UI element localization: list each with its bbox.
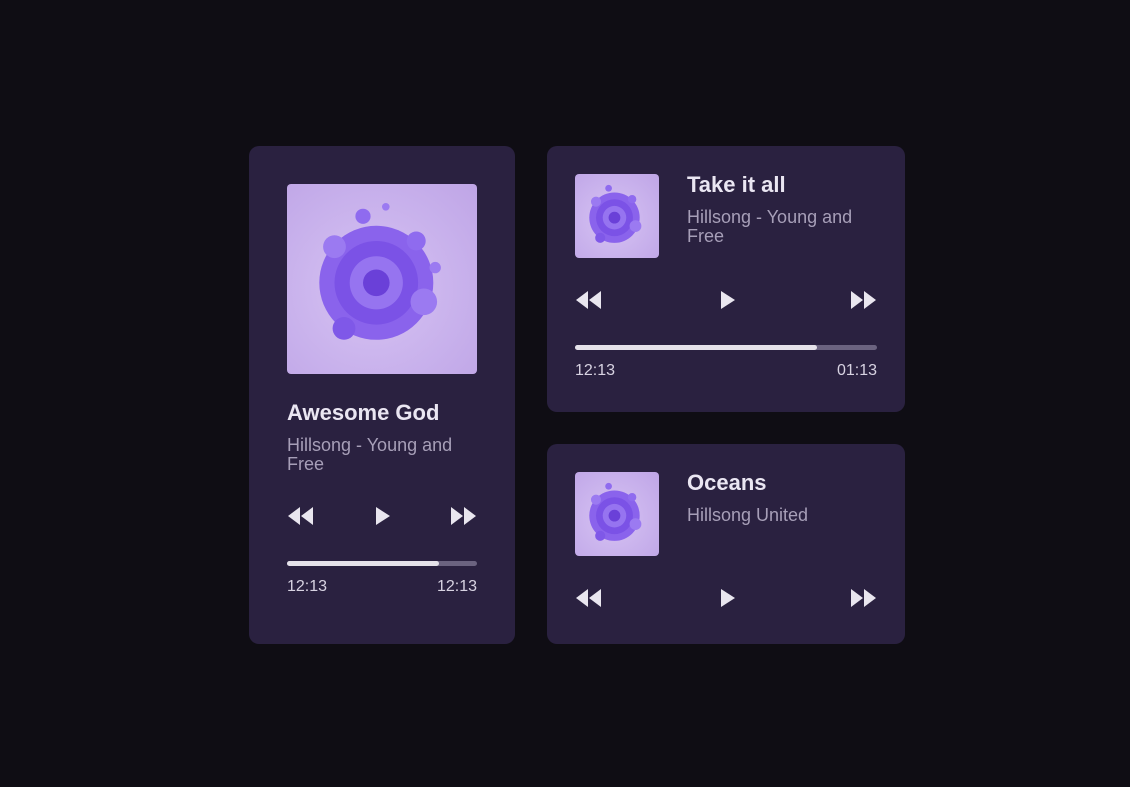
track-title: Take it all bbox=[687, 172, 786, 197]
track-artist: Hillsong - Young and Free bbox=[687, 207, 853, 246]
rewind-icon bbox=[576, 291, 601, 309]
player-card-take-it-all: Take it all Hillsong - Young and Free 12… bbox=[547, 146, 905, 412]
elapsed-time: 12:13 bbox=[287, 578, 328, 595]
track-title: Oceans bbox=[687, 470, 767, 495]
rewind-button[interactable] bbox=[287, 505, 314, 527]
play-icon bbox=[376, 507, 390, 525]
total-time: 12:13 bbox=[436, 578, 477, 595]
rewind-icon bbox=[288, 507, 313, 525]
track-artist: Hillsong United bbox=[687, 505, 809, 525]
fast-forward-button[interactable] bbox=[850, 587, 877, 609]
progress-bar[interactable] bbox=[287, 561, 477, 566]
play-button[interactable] bbox=[374, 505, 391, 527]
fast-forward-button[interactable] bbox=[850, 289, 877, 311]
total-time: 01:13 bbox=[836, 362, 877, 379]
track-title: Awesome God bbox=[287, 400, 440, 425]
player-card-oceans: Oceans Hillsong United bbox=[547, 444, 905, 644]
track-artist: Hillsong - Young and Free bbox=[287, 435, 453, 474]
play-button[interactable] bbox=[719, 289, 736, 311]
progress-fill bbox=[287, 561, 439, 566]
play-icon bbox=[721, 291, 735, 309]
play-icon bbox=[721, 589, 735, 607]
progress-fill bbox=[575, 345, 817, 350]
player-card-awesome-god: Awesome God Hillsong - Young and Free 12… bbox=[249, 146, 515, 644]
purple-swirl-art-icon bbox=[589, 482, 642, 541]
play-button[interactable] bbox=[719, 587, 736, 609]
rewind-button[interactable] bbox=[575, 587, 602, 609]
album-cover bbox=[575, 472, 659, 556]
purple-swirl-art-icon bbox=[589, 184, 642, 243]
rewind-button[interactable] bbox=[575, 289, 602, 311]
rewind-icon bbox=[576, 589, 601, 607]
album-cover bbox=[287, 184, 477, 374]
fast-forward-icon bbox=[851, 589, 876, 607]
fast-forward-icon bbox=[451, 507, 476, 525]
album-cover bbox=[575, 174, 659, 258]
fast-forward-button[interactable] bbox=[450, 505, 477, 527]
elapsed-time: 12:13 bbox=[575, 362, 616, 379]
progress-bar[interactable] bbox=[575, 345, 877, 350]
fast-forward-icon bbox=[851, 291, 876, 309]
purple-swirl-art-icon bbox=[319, 203, 441, 340]
